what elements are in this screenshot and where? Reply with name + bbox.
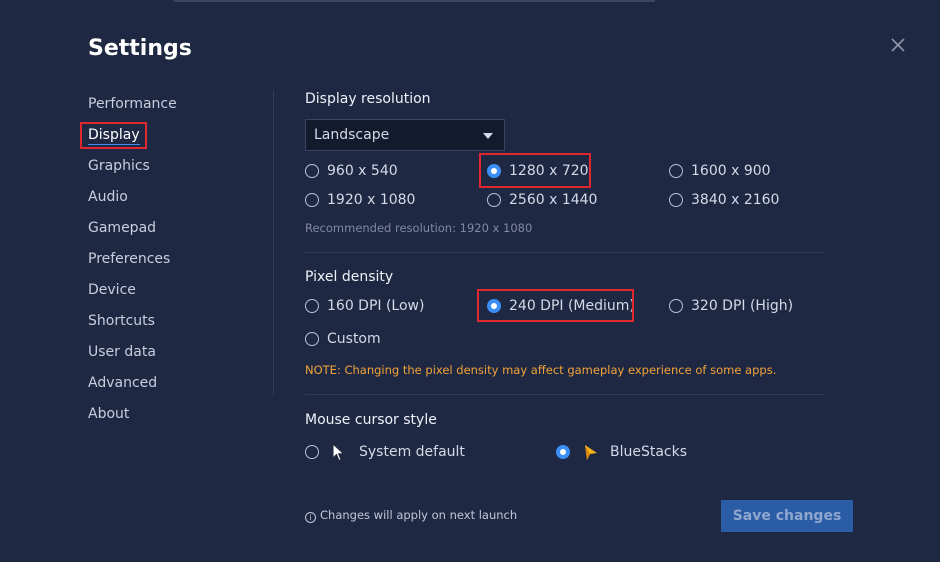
section-title-mouse-cursor: Mouse cursor style (305, 412, 437, 428)
highlight-box-display (80, 122, 147, 149)
recommended-resolution-text: Recommended resolution: 1920 x 1080 (305, 221, 533, 235)
radio-circle (305, 332, 319, 346)
radio-label: 3840 x 2160 (691, 192, 780, 208)
radio-circle (305, 445, 319, 459)
close-icon[interactable] (887, 34, 909, 56)
section-divider (305, 252, 825, 253)
radio-label: System default (359, 444, 465, 460)
radio-circle-selected (487, 164, 501, 178)
radio-label: 320 DPI (High) (691, 298, 794, 314)
orientation-dropdown[interactable]: Landscape (305, 119, 505, 151)
system-cursor-icon (332, 443, 345, 462)
radio-label: 1920 x 1080 (327, 192, 416, 208)
sidebar-item-performance[interactable]: Performance (88, 96, 177, 112)
section-divider (305, 394, 825, 395)
sidebar-item-graphics[interactable]: Graphics (88, 158, 150, 174)
sidebar-item-shortcuts[interactable]: Shortcuts (88, 313, 155, 329)
radio-label: BlueStacks (610, 444, 688, 460)
radio-label: 1280 x 720 (509, 163, 589, 179)
radio-circle (305, 164, 319, 178)
radio-label: Custom (327, 331, 381, 347)
sidebar-item-audio[interactable]: Audio (88, 189, 128, 205)
radio-label: 960 x 540 (327, 163, 398, 179)
radio-circle (669, 299, 683, 313)
apply-info: i Changes will apply on next launch (305, 508, 517, 523)
radio-circle (487, 193, 501, 207)
page-title: Settings (88, 36, 192, 61)
radio-circle (305, 299, 319, 313)
cursor-option-bluestacks[interactable]: BlueStacks (556, 444, 696, 462)
radio-circle (669, 193, 683, 207)
section-title-pixel-density: Pixel density (305, 269, 394, 285)
top-edge-line (174, 0, 655, 2)
orientation-value: Landscape (314, 127, 390, 143)
radio-circle-selected (487, 299, 501, 313)
sidebar-item-gamepad[interactable]: Gamepad (88, 220, 156, 236)
sidebar-item-preferences[interactable]: Preferences (88, 251, 170, 267)
bluestacks-cursor-icon (585, 445, 597, 460)
apply-info-text: Changes will apply on next launch (320, 508, 518, 522)
radio-label: 2560 x 1440 (509, 192, 598, 208)
sidebar-item-user-data[interactable]: User data (88, 344, 156, 360)
pixel-density-note: NOTE: Changing the pixel density may aff… (305, 363, 777, 377)
radio-circle-selected (556, 445, 570, 459)
save-changes-button[interactable]: Save changes (721, 500, 853, 532)
info-icon: i (305, 512, 316, 523)
cursor-option-system-default[interactable]: System default (305, 443, 465, 462)
section-title-display-resolution: Display resolution (305, 91, 431, 107)
sidebar-item-device[interactable]: Device (88, 282, 136, 298)
sidebar-item-about[interactable]: About (88, 406, 129, 422)
radio-circle (669, 164, 683, 178)
sidebar-item-advanced[interactable]: Advanced (88, 375, 157, 391)
sidebar-divider (273, 90, 274, 396)
radio-label: 240 DPI (Medium) (509, 298, 635, 314)
chevron-down-icon (483, 133, 493, 139)
radio-label: 1600 x 900 (691, 163, 771, 179)
radio-label: 160 DPI (Low) (327, 298, 425, 314)
radio-circle (305, 193, 319, 207)
